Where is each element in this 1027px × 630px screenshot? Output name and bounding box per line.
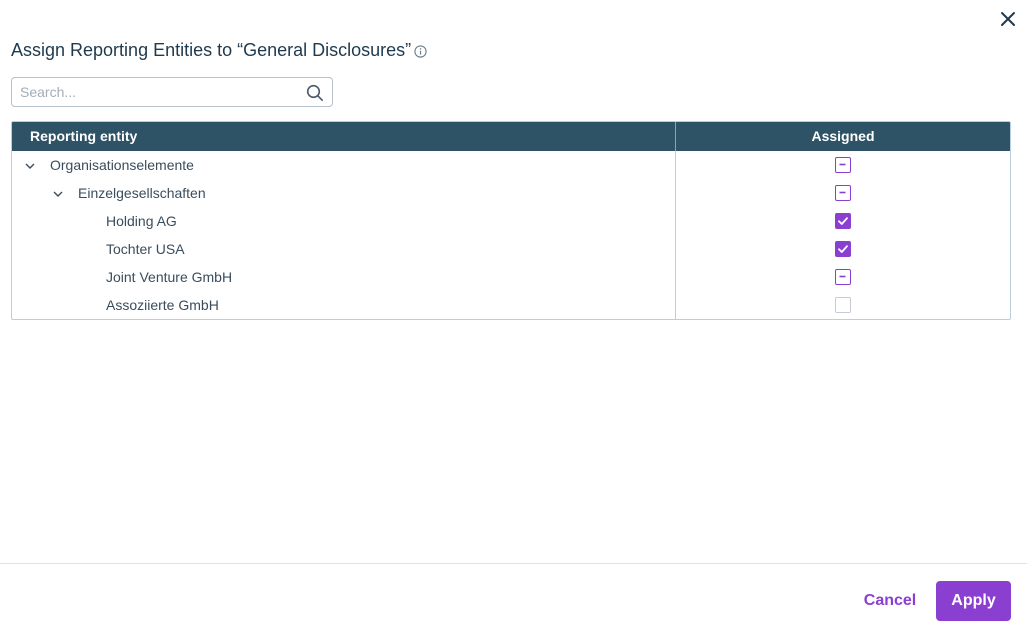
assigned-checkbox[interactable]	[835, 185, 851, 201]
assigned-checkbox[interactable]	[835, 297, 851, 313]
assigned-checkbox[interactable]	[835, 157, 851, 173]
table-row: Tochter USA	[12, 235, 1010, 263]
assigned-cell	[676, 207, 1010, 235]
assigned-checkbox[interactable]	[835, 241, 851, 257]
entity-cell: Holding AG	[12, 207, 676, 235]
entity-label: Holding AG	[106, 213, 177, 229]
entity-cell: Assoziierte GmbH	[12, 291, 676, 319]
table-row: Assoziierte GmbH	[12, 291, 1010, 319]
entity-label: Joint Venture GmbH	[106, 269, 233, 285]
entity-label: Einzelgesellschaften	[78, 185, 206, 201]
assigned-checkbox[interactable]	[835, 269, 851, 285]
assigned-cell	[676, 263, 1010, 291]
assigned-checkbox[interactable]	[835, 213, 851, 229]
assigned-cell	[676, 291, 1010, 319]
table-row: Organisationselemente	[12, 151, 1010, 179]
search-box[interactable]	[11, 77, 333, 107]
table-row: Joint Venture GmbH	[12, 263, 1010, 291]
table-row: Einzelgesellschaften	[12, 179, 1010, 207]
table-header: Reporting entity Assigned	[12, 122, 1010, 151]
assigned-cell	[676, 179, 1010, 207]
entity-label: Tochter USA	[106, 241, 185, 257]
chevron-down-icon[interactable]	[24, 159, 36, 171]
close-button[interactable]	[998, 9, 1018, 29]
entity-label: Assoziierte GmbH	[106, 297, 219, 313]
column-header-assigned: Assigned	[811, 128, 875, 144]
search-input[interactable]	[20, 82, 290, 102]
apply-button[interactable]: Apply	[936, 581, 1011, 621]
info-icon[interactable]	[414, 44, 427, 58]
cancel-button[interactable]: Cancel	[858, 581, 922, 621]
chevron-down-icon[interactable]	[52, 187, 64, 199]
entity-cell: Tochter USA	[12, 235, 676, 263]
entities-table: Reporting entity Assigned Organisationse…	[11, 121, 1011, 320]
assign-entities-dialog: Assign Reporting Entities to “General Di…	[0, 0, 1027, 630]
entity-cell: Joint Venture GmbH	[12, 263, 676, 291]
assigned-cell	[676, 151, 1010, 179]
dialog-title: Assign Reporting Entities to “General Di…	[11, 39, 412, 60]
entity-label: Organisationselemente	[50, 157, 194, 173]
entity-cell: Organisationselemente	[12, 151, 676, 179]
column-header-reporting-entity: Reporting entity	[12, 122, 676, 151]
close-icon[interactable]	[998, 9, 1018, 29]
title-row: Assign Reporting Entities to “General Di…	[11, 38, 427, 62]
dialog-footer: Cancel Apply	[0, 563, 1027, 630]
search-icon[interactable]	[306, 84, 324, 102]
entity-cell: Einzelgesellschaften	[12, 179, 676, 207]
table-row: Holding AG	[12, 207, 1010, 235]
assigned-cell	[676, 235, 1010, 263]
